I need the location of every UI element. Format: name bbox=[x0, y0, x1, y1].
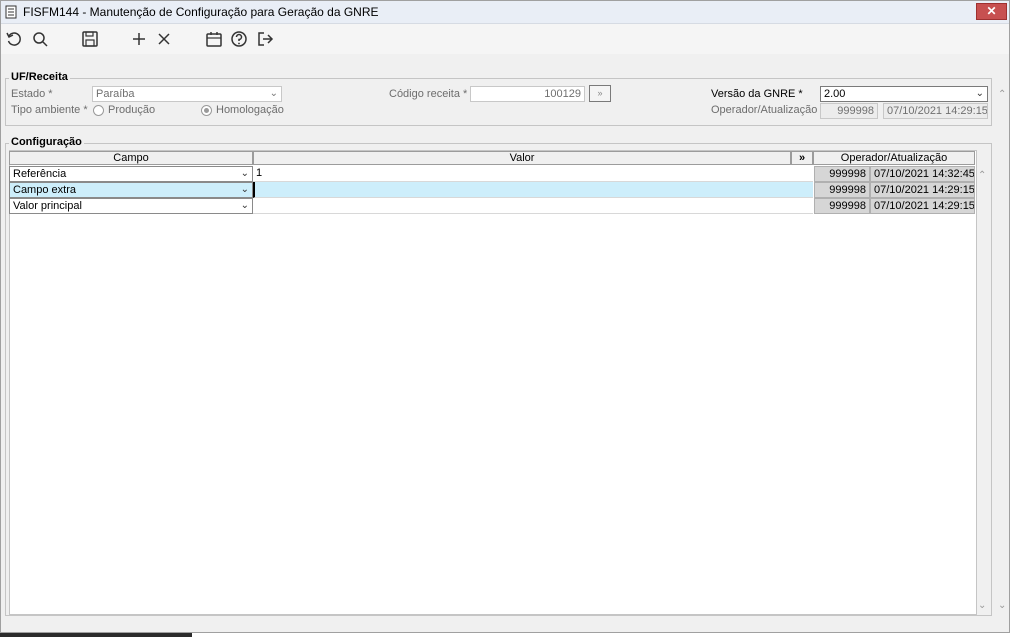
producao-label: Produção bbox=[108, 104, 156, 116]
radio-producao[interactable] bbox=[93, 105, 104, 116]
close-button[interactable]: ✕ bbox=[976, 3, 1007, 20]
campo-select[interactable]: Campo extra ⌄ bbox=[9, 182, 253, 198]
codigo-receita-label: Código receita * bbox=[389, 88, 468, 100]
row-atualizacao: 07/10/2021 14:32:45 bbox=[870, 166, 975, 182]
add-icon[interactable] bbox=[130, 30, 150, 50]
configuracao-grid bbox=[9, 150, 977, 615]
chevron-down-icon: ⌄ bbox=[240, 184, 249, 195]
versao-gnre-value: 2.00 bbox=[824, 88, 846, 100]
chevron-down-icon: ⌄ bbox=[240, 200, 249, 211]
exit-icon[interactable] bbox=[256, 30, 276, 50]
row-operador: 999998 bbox=[814, 166, 870, 182]
campo-value: Campo extra bbox=[13, 184, 76, 196]
row-operador: 999998 bbox=[814, 182, 870, 198]
chevron-down-icon: ⌄ bbox=[269, 88, 278, 99]
column-header-operador[interactable]: Operador/Atualização bbox=[813, 151, 975, 165]
grid-scroll-up-icon[interactable]: ⌃ bbox=[978, 170, 986, 181]
save-icon[interactable] bbox=[81, 30, 101, 50]
expand-columns-button[interactable]: » bbox=[791, 151, 813, 165]
scroll-up-icon[interactable]: ⌃ bbox=[998, 89, 1006, 100]
taskbar-strip bbox=[0, 633, 192, 637]
codigo-receita-input[interactable]: 100129 bbox=[470, 86, 585, 102]
row-atualizacao: 07/10/2021 14:29:15 bbox=[870, 198, 975, 214]
campo-value: Valor principal bbox=[13, 200, 82, 212]
chevron-down-icon: ⌄ bbox=[240, 168, 249, 179]
uf-receita-label: UF/Receita bbox=[9, 71, 70, 83]
campo-value: Referência bbox=[13, 168, 67, 180]
valor-input[interactable] bbox=[253, 182, 813, 198]
campo-select[interactable]: Referência ⌄ bbox=[9, 166, 253, 182]
chevron-down-icon: ⌄ bbox=[975, 88, 984, 99]
lookup-button[interactable]: » bbox=[589, 85, 611, 102]
operador-atualizacao-label: Operador/Atualização bbox=[711, 104, 818, 116]
row-atualizacao: 07/10/2021 14:29:15 bbox=[870, 182, 975, 198]
toolbar bbox=[1, 24, 1009, 54]
estado-value: Paraíba bbox=[96, 88, 135, 100]
main-window: FISFM144 - Manutenção de Configuração pa… bbox=[0, 0, 1010, 633]
column-header-valor[interactable]: Valor bbox=[253, 151, 791, 165]
title-bar: FISFM144 - Manutenção de Configuração pa… bbox=[1, 1, 1009, 24]
document-icon bbox=[5, 5, 17, 19]
search-icon[interactable] bbox=[31, 30, 51, 50]
versao-gnre-label: Versão da GNRE * bbox=[711, 88, 803, 100]
scroll-down-icon[interactable]: ⌄ bbox=[998, 600, 1006, 611]
help-icon[interactable] bbox=[230, 30, 250, 50]
window-title: FISFM144 - Manutenção de Configuração pa… bbox=[23, 5, 379, 19]
radio-homologacao[interactable] bbox=[201, 105, 212, 116]
calendar-icon[interactable] bbox=[205, 30, 225, 50]
valor-input[interactable] bbox=[253, 198, 813, 214]
column-header-campo[interactable]: Campo bbox=[9, 151, 253, 165]
grid-scroll-down-icon[interactable]: ⌄ bbox=[978, 600, 986, 611]
delete-icon[interactable] bbox=[155, 30, 175, 50]
versao-gnre-select[interactable]: 2.00 ⌄ bbox=[820, 86, 988, 102]
configuracao-label: Configuração bbox=[9, 136, 84, 148]
estado-select[interactable]: Paraíba ⌄ bbox=[92, 86, 282, 102]
campo-select[interactable]: Valor principal ⌄ bbox=[9, 198, 253, 214]
estado-label: Estado * bbox=[11, 88, 53, 100]
homologacao-label: Homologação bbox=[216, 104, 284, 116]
valor-input[interactable]: 1 bbox=[253, 166, 813, 182]
refresh-icon[interactable] bbox=[5, 30, 25, 50]
row-operador: 999998 bbox=[814, 198, 870, 214]
atualizacao-value: 07/10/2021 14:29:15 bbox=[883, 103, 988, 119]
tipo-ambiente-label: Tipo ambiente * bbox=[11, 104, 88, 116]
operador-value: 999998 bbox=[820, 103, 878, 119]
